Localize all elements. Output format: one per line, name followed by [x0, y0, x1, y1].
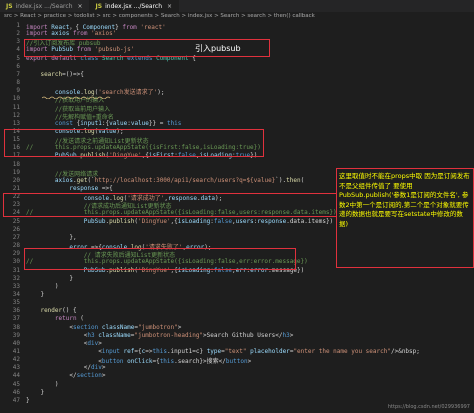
line-number: 37: [12, 315, 20, 323]
line-number: 25: [12, 217, 20, 225]
line-number: 21: [12, 185, 20, 192]
line-number: 10: [12, 95, 20, 103]
code-line: ): [26, 380, 59, 388]
annotation-import-pubsub: 引入pubsub: [195, 44, 241, 53]
line-number: 41: [12, 348, 20, 355]
line-number: 35: [12, 299, 20, 307]
line-number: 5: [16, 54, 20, 62]
javascript-file-icon: JS: [95, 2, 103, 10]
code-line: search=()=>{: [40, 70, 84, 78]
line-number: 8: [16, 79, 20, 87]
line-number: 3: [16, 38, 20, 46]
line-number: 20: [12, 176, 20, 184]
line-number: 31: [12, 266, 20, 274]
editor-tab-bar: JS index.jsx .../Search × JS index.jsx .../S…: [0, 0, 474, 12]
line-number: 12: [12, 111, 20, 119]
line-number: 47: [12, 396, 20, 404]
line-number: 42: [12, 356, 20, 364]
editor-tab[interactable]: JS index.jsx .../Search ×: [0, 0, 90, 12]
close-icon[interactable]: ×: [167, 3, 172, 10]
annotation-box-publish-3: [24, 248, 296, 270]
line-number: 38: [12, 323, 20, 331]
line-number: 46: [12, 388, 20, 396]
code-line: <section className="jumbotron">: [26, 323, 182, 331]
tab-label: index.jsx .../Search: [15, 2, 73, 10]
watermark: https://blog.csdn.net/029936997: [387, 404, 470, 410]
code-line: <input ref={c=>this.input1=c} type="text…: [26, 348, 420, 355]
code-line: <div>: [26, 339, 102, 347]
editor-tab[interactable]: JS index.jsx .../Search ×: [89, 0, 180, 12]
line-number: 40: [12, 339, 20, 347]
code-line: return (: [54, 315, 84, 323]
line-number: 39: [12, 331, 20, 339]
close-icon[interactable]: ×: [78, 3, 83, 10]
code-line: response =>{: [69, 185, 113, 192]
line-number: 11: [12, 103, 20, 111]
code-line: PubSub.publish('DingYue',{isLoading:fals…: [83, 217, 334, 225]
code-line: }: [26, 274, 73, 282]
line-number: 18: [12, 160, 20, 168]
javascript-file-icon: JS: [6, 2, 13, 10]
code-line: <h3 className="jumbotron-heading">Search…: [26, 331, 294, 339]
line-number: 4: [16, 46, 20, 54]
line-number: 43: [12, 364, 20, 372]
line-number: 28: [12, 242, 20, 250]
line-number: 36: [12, 307, 20, 315]
line-number: 30: [12, 258, 20, 266]
line-number: 34: [12, 290, 20, 298]
code-line: },: [26, 233, 77, 241]
code-line: </div>: [26, 364, 106, 372]
breadcrumb: src > React > practice > todolist > src …: [4, 13, 315, 19]
code-line: }: [26, 388, 45, 396]
code-line: const {input1:{value:value}} = this: [54, 119, 182, 127]
annotation-explanation: 这里取值时不能在props中取 因为是订阅发布不是父组件传值了 要使用PubSu…: [339, 172, 470, 228]
line-number: 27: [12, 233, 20, 241]
annotation-box-publish-1: [4, 129, 264, 157]
code-line: </section>: [26, 372, 106, 380]
line-number: 6: [16, 62, 20, 70]
code-line: }: [26, 290, 45, 298]
annotation-box-publish-2: [3, 193, 337, 217]
tab-label: index.jsx .../Search: [105, 2, 163, 10]
line-number: 33: [12, 282, 20, 290]
line-number: 9: [16, 87, 20, 95]
code-line: ): [26, 282, 59, 290]
code-line: axios.get(`http://localhost:3000/api1/se…: [54, 176, 305, 184]
line-number: 29: [12, 250, 20, 258]
code-line: render() {: [40, 307, 77, 315]
line-number: 32: [12, 274, 20, 282]
line-number: 19: [12, 168, 20, 176]
line-number: 44: [12, 372, 20, 380]
line-number: 13: [12, 119, 20, 127]
code-line: import axios from 'axios': [26, 30, 117, 38]
code-line: }: [26, 396, 30, 404]
line-number: 2: [16, 30, 20, 38]
spellcheck-underline: [42, 96, 111, 99]
line-number: 1: [16, 22, 20, 29]
line-number: 45: [12, 380, 20, 388]
line-number: 7: [16, 70, 20, 78]
line-number: 26: [12, 225, 20, 233]
